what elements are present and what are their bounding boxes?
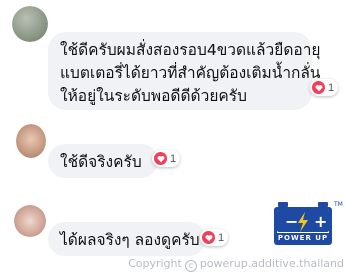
heart-icon — [312, 81, 325, 94]
heart-icon — [202, 231, 215, 244]
battery-logo-icon: − + POWER UP TM — [274, 201, 343, 245]
copyright-icon: c — [184, 260, 197, 272]
copyright-watermark: Copyright c powerup.additive.thailand — [128, 257, 344, 272]
reaction-count: 1 — [328, 81, 335, 94]
reaction-badge[interactable]: 1 — [200, 229, 229, 246]
comment-bubble: ใช้ดีจริงครับ — [48, 144, 158, 178]
comment-text-line: แบตเตอรี่ได้ยาวที่สำคัญต้องเติมน้ำกลั่น — [60, 64, 321, 82]
comment-bubble: ได้ผลจริงๆ ลองดูครับ — [48, 222, 206, 256]
avatar[interactable] — [14, 205, 46, 237]
watermark-text: powerup.additive.thailand — [199, 257, 344, 270]
comment-text-line: ใช้ดีจริงครับ — [60, 153, 142, 171]
reaction-badge[interactable]: 1 — [152, 150, 181, 167]
avatar[interactable] — [12, 6, 48, 42]
brand-text: POWER UP — [278, 234, 328, 242]
watermark-prefix: Copyright — [128, 257, 182, 270]
reaction-badge[interactable]: 1 — [310, 79, 339, 96]
reaction-count: 1 — [170, 152, 177, 165]
minus-sign: − — [285, 212, 298, 231]
comment-text-line: ให้อยู่ในระดับพอดีดีด้วยครับ — [60, 87, 247, 105]
avatar[interactable] — [16, 124, 46, 158]
plus-sign: + — [314, 212, 327, 231]
comment-text-line: ได้ผลจริงๆ ลองดูครับ — [60, 231, 200, 249]
heart-icon — [154, 152, 167, 165]
comment-text-line: ใช้ดีครับผมสั่งสองรอบ4ขวดแล้วยืดอายุ — [60, 41, 321, 59]
reaction-count: 1 — [218, 231, 225, 244]
trademark-text: TM — [333, 201, 343, 208]
comment-bubble: ใช้ดีครับผมสั่งสองรอบ4ขวดแล้วยืดอายุ แบต… — [48, 32, 321, 110]
